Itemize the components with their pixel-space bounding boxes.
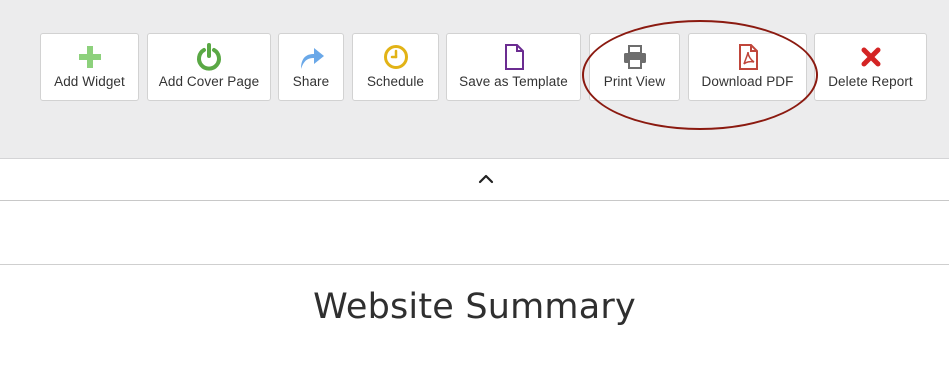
print-view-label: Print View [603, 74, 666, 89]
download-pdf-button[interactable]: Download PDF [688, 33, 807, 101]
pdf-icon [734, 43, 762, 71]
save-as-template-label: Save as Template [459, 74, 568, 89]
document-icon [500, 43, 528, 71]
share-arrow-icon [297, 43, 325, 71]
add-cover-page-label: Add Cover Page [158, 74, 260, 89]
power-icon [195, 43, 223, 71]
schedule-label: Schedule [366, 74, 425, 89]
collapse-toolbar-button[interactable] [476, 169, 496, 189]
collapse-bar [0, 159, 949, 201]
share-button[interactable]: Share [278, 33, 344, 101]
save-as-template-button[interactable]: Save as Template [446, 33, 581, 101]
printer-icon [621, 43, 649, 71]
schedule-button[interactable]: Schedule [352, 33, 439, 101]
chevron-up-icon [478, 174, 494, 184]
section-divider [0, 264, 949, 265]
add-widget-label: Add Widget [54, 74, 125, 89]
share-label: Share [292, 74, 330, 89]
clock-icon [382, 43, 410, 71]
plus-icon [76, 43, 104, 71]
delete-x-icon [857, 43, 885, 71]
report-toolbar-area: Add Widget Add Cover Page Share Schedule [0, 0, 949, 159]
print-view-button[interactable]: Print View [589, 33, 680, 101]
delete-report-label: Delete Report [828, 74, 913, 89]
page-title: Website Summary [313, 287, 636, 327]
download-pdf-label: Download PDF [701, 74, 794, 89]
add-widget-button[interactable]: Add Widget [40, 33, 139, 101]
add-cover-page-button[interactable]: Add Cover Page [147, 33, 271, 101]
delete-report-button[interactable]: Delete Report [814, 33, 927, 101]
